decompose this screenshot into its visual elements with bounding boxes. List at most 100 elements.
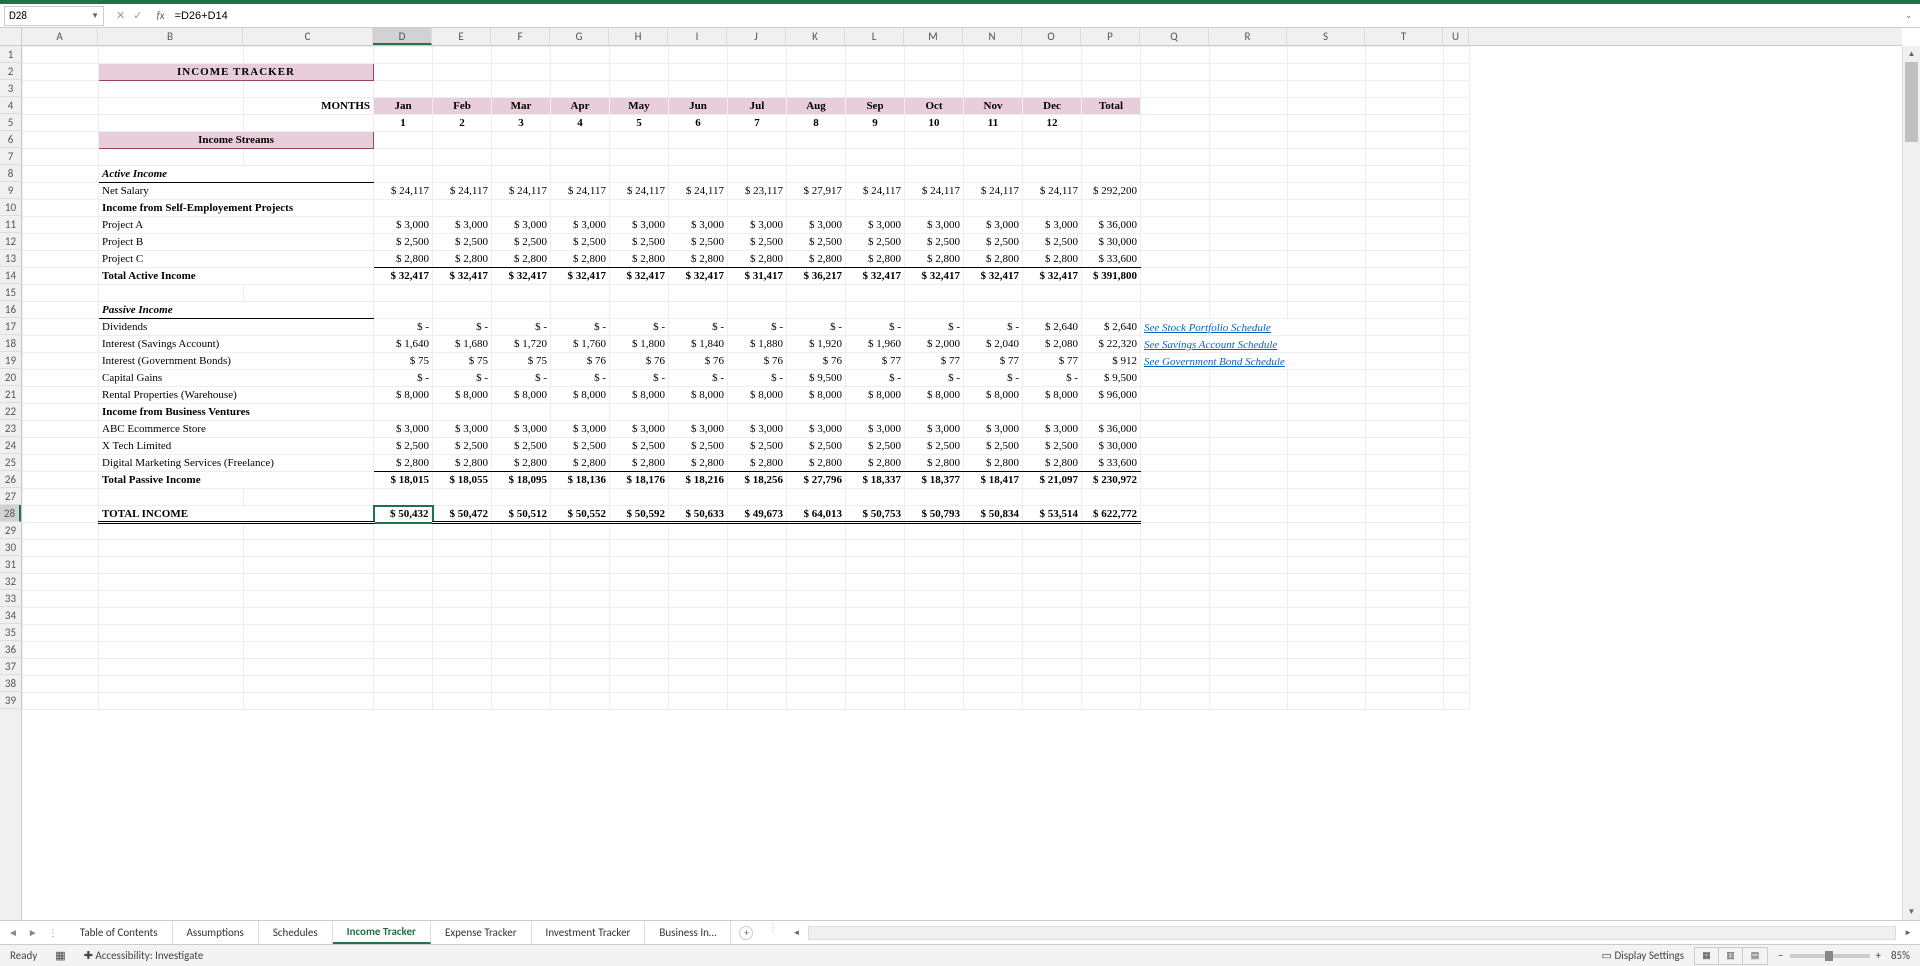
schedule-link[interactable]: See Government Bond Schedule	[1144, 356, 1285, 368]
column-header-M[interactable]: M	[904, 28, 963, 45]
sheet-tab[interactable]: Table of Contents	[66, 921, 173, 944]
hscroll-right-icon[interactable]: ►	[1900, 928, 1916, 938]
sheet-tab[interactable]: Expense Tracker	[431, 921, 532, 944]
row-header-35[interactable]: 35	[0, 624, 21, 641]
row-header-3[interactable]: 3	[0, 80, 21, 97]
column-header-E[interactable]: E	[432, 28, 491, 45]
row-header-6[interactable]: 6	[0, 131, 21, 148]
column-header-Q[interactable]: Q	[1140, 28, 1209, 45]
column-header-I[interactable]: I	[668, 28, 727, 45]
sheet-tab[interactable]: Business In…	[645, 921, 731, 944]
scroll-down-icon[interactable]: ▼	[1903, 904, 1920, 920]
row-header-29[interactable]: 29	[0, 522, 21, 539]
row-header-2[interactable]: 2	[0, 63, 21, 80]
row-header-39[interactable]: 39	[0, 692, 21, 709]
column-header-G[interactable]: G	[550, 28, 609, 45]
row-header-7[interactable]: 7	[0, 148, 21, 165]
column-header-R[interactable]: R	[1209, 28, 1287, 45]
row-header-36[interactable]: 36	[0, 641, 21, 658]
row-header-17[interactable]: 17	[0, 318, 21, 335]
row-header-23[interactable]: 23	[0, 420, 21, 437]
confirm-icon[interactable]: ✓	[133, 9, 142, 22]
row-header-1[interactable]: 1	[0, 46, 21, 63]
cells-viewport[interactable]: INCOME TRACKERMONTHSJanFebMarAprMayJunJu…	[22, 46, 1902, 920]
column-header-C[interactable]: C	[243, 28, 373, 45]
column-header-S[interactable]: S	[1287, 28, 1365, 45]
column-header-D[interactable]: D	[373, 28, 432, 45]
column-header-U[interactable]: U	[1443, 28, 1469, 45]
row-header-24[interactable]: 24	[0, 437, 21, 454]
vertical-scrollbar[interactable]: ▲ ▼	[1902, 46, 1920, 920]
display-settings[interactable]: ▭ Display Settings	[1602, 949, 1684, 962]
view-normal-icon[interactable]: ▦	[1695, 948, 1719, 964]
view-page-layout-icon[interactable]: ▥	[1719, 948, 1743, 964]
schedule-link[interactable]: See Savings Account Schedule	[1144, 339, 1277, 351]
column-header-H[interactable]: H	[609, 28, 668, 45]
sheet-tab[interactable]: Investment Tracker	[532, 921, 646, 944]
row-header-4[interactable]: 4	[0, 97, 21, 114]
row-header-5[interactable]: 5	[0, 114, 21, 131]
column-header-P[interactable]: P	[1081, 28, 1140, 45]
row-header-15[interactable]: 15	[0, 284, 21, 301]
sheet-tab[interactable]: Schedules	[259, 921, 333, 944]
row-header-22[interactable]: 22	[0, 403, 21, 420]
column-header-F[interactable]: F	[491, 28, 550, 45]
scroll-up-icon[interactable]: ▲	[1903, 46, 1920, 62]
row-header-33[interactable]: 33	[0, 590, 21, 607]
name-box-dropdown-icon[interactable]: ▼	[91, 11, 99, 21]
accessibility-status[interactable]: ✚ Accessibility: Investigate	[84, 949, 204, 962]
hscroll-left-icon[interactable]: ◄	[788, 928, 804, 938]
column-header-A[interactable]: A	[22, 28, 98, 45]
row-header-19[interactable]: 19	[0, 352, 21, 369]
row-header-30[interactable]: 30	[0, 539, 21, 556]
row-header-34[interactable]: 34	[0, 607, 21, 624]
row-header-12[interactable]: 12	[0, 233, 21, 250]
zoom-out-icon[interactable]: −	[1778, 949, 1783, 962]
row-header-13[interactable]: 13	[0, 250, 21, 267]
column-header-T[interactable]: T	[1365, 28, 1443, 45]
row-header-26[interactable]: 26	[0, 471, 21, 488]
cancel-icon[interactable]: ✕	[116, 9, 125, 22]
row-header-38[interactable]: 38	[0, 675, 21, 692]
tab-nav-menu-icon[interactable]: ⋮	[48, 926, 58, 939]
column-header-J[interactable]: J	[727, 28, 786, 45]
row-header-10[interactable]: 10	[0, 199, 21, 216]
row-header-9[interactable]: 9	[0, 182, 21, 199]
row-header-16[interactable]: 16	[0, 301, 21, 318]
zoom-slider[interactable]: − +	[1778, 949, 1881, 962]
horizontal-scrollbar[interactable]: ◄ ►	[784, 921, 1920, 944]
column-header-K[interactable]: K	[786, 28, 845, 45]
row-header-28[interactable]: 28	[0, 505, 21, 522]
row-header-31[interactable]: 31	[0, 556, 21, 573]
macro-icon[interactable]: ▦	[55, 949, 65, 962]
row-header-8[interactable]: 8	[0, 165, 21, 182]
name-box[interactable]: D28 ▼	[4, 6, 104, 26]
view-page-break-icon[interactable]: ▤	[1743, 948, 1767, 964]
sheet-tab[interactable]: Income Tracker	[333, 921, 431, 944]
row-header-11[interactable]: 11	[0, 216, 21, 233]
tab-nav-first-icon[interactable]: ◄	[8, 926, 18, 939]
row-header-20[interactable]: 20	[0, 369, 21, 386]
row-header-18[interactable]: 18	[0, 335, 21, 352]
column-header-N[interactable]: N	[963, 28, 1022, 45]
select-all-corner[interactable]	[0, 28, 22, 46]
row-header-14[interactable]: 14	[0, 267, 21, 284]
formula-input[interactable]	[171, 6, 1898, 26]
row-header-27[interactable]: 27	[0, 488, 21, 505]
zoom-in-icon[interactable]: +	[1876, 949, 1881, 962]
add-sheet-button[interactable]: +	[731, 921, 761, 944]
fx-label[interactable]: fx	[150, 9, 170, 22]
column-header-L[interactable]: L	[845, 28, 904, 45]
row-header-32[interactable]: 32	[0, 573, 21, 590]
row-header-21[interactable]: 21	[0, 386, 21, 403]
sheet-tab[interactable]: Assumptions	[173, 921, 259, 944]
row-header-25[interactable]: 25	[0, 454, 21, 471]
column-header-O[interactable]: O	[1022, 28, 1081, 45]
tab-nav-next-icon[interactable]: ►	[28, 926, 38, 939]
schedule-link[interactable]: See Stock Portfolio Schedule	[1144, 322, 1271, 334]
zoom-level[interactable]: 85%	[1891, 949, 1910, 962]
row-header-37[interactable]: 37	[0, 658, 21, 675]
formula-expand-icon[interactable]: ⌄	[1897, 11, 1920, 21]
column-header-B[interactable]: B	[98, 28, 243, 45]
scroll-thumb[interactable]	[1905, 62, 1918, 142]
